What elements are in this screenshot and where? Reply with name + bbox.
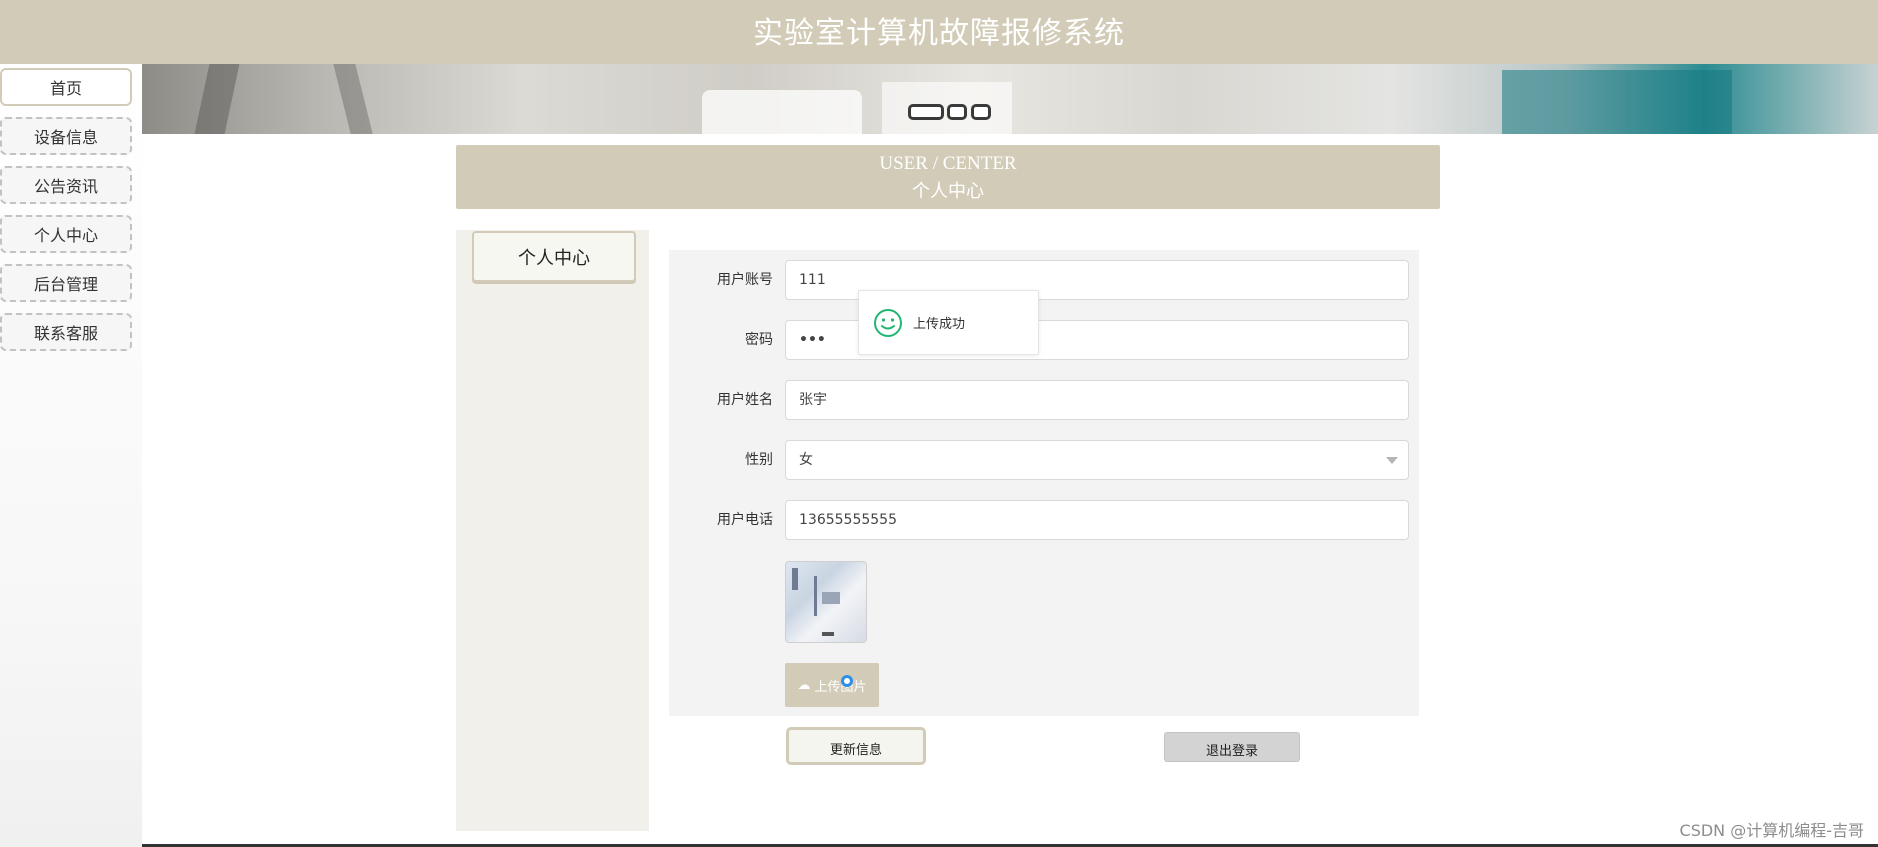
form-row-account: 用户账号 111 xyxy=(669,260,1419,300)
toast-message: 上传成功 xyxy=(913,317,966,332)
carousel-dot-2[interactable] xyxy=(947,104,967,120)
form-row-gender: 性别 女 xyxy=(669,440,1419,480)
update-info-button[interactable]: 更新信息 xyxy=(786,727,926,765)
profile-form: 用户账号 111 密码 ••• 用户姓名 张宇 性别 女 用户电话 136555… xyxy=(669,250,1419,716)
banner-decoration xyxy=(194,64,240,134)
site-title: 实验室计算机故障报修系统 xyxy=(753,16,1125,51)
carousel-dot-3[interactable] xyxy=(971,104,991,120)
gender-selected-value: 女 xyxy=(799,452,813,468)
section-title-en: USER / CENTER xyxy=(879,153,1017,174)
carousel-dot-1[interactable] xyxy=(908,104,944,120)
success-toast: 上传成功 xyxy=(858,290,1039,355)
name-label: 用户姓名 xyxy=(717,392,773,408)
banner-decoration xyxy=(333,64,373,134)
sidebar-item-home[interactable]: 首页 xyxy=(0,68,132,106)
sidebar-item-user-center[interactable]: 个人中心 xyxy=(0,215,132,253)
watermark: CSDN @计算机编程-吉哥 xyxy=(1679,821,1864,840)
tab-user-center[interactable]: 个人中心 xyxy=(472,231,636,282)
form-row-name: 用户姓名 张宇 xyxy=(669,380,1419,420)
section-title-cn: 个人中心 xyxy=(912,181,984,201)
phone-input[interactable]: 13655555555 xyxy=(785,500,1409,540)
sidebar: 首页 设备信息 公告资讯 个人中心 后台管理 联系客服 xyxy=(0,64,142,847)
cloud-upload-icon: ☁ xyxy=(797,677,811,693)
logout-button[interactable]: 退出登录 xyxy=(1164,732,1300,762)
avatar-detail xyxy=(822,632,834,636)
section-heading: USER / CENTER 个人中心 xyxy=(456,145,1440,209)
smile-icon xyxy=(874,308,902,337)
sidebar-item-customer-service[interactable]: 联系客服 xyxy=(0,313,132,351)
name-input[interactable]: 张宇 xyxy=(785,380,1409,420)
form-row-phone: 用户电话 13655555555 xyxy=(669,500,1419,540)
gender-label: 性别 xyxy=(745,452,773,468)
banner-decoration xyxy=(702,90,862,134)
sidebar-item-device-info[interactable]: 设备信息 xyxy=(0,117,132,155)
chevron-down-icon xyxy=(1386,457,1398,464)
phone-label: 用户电话 xyxy=(717,512,773,528)
user-center-menu: 个人中心 xyxy=(456,230,649,831)
avatar-detail xyxy=(814,576,817,616)
avatar-preview[interactable] xyxy=(785,561,867,643)
avatar-detail xyxy=(822,592,840,604)
loading-spinner-icon xyxy=(841,675,853,687)
gender-select[interactable]: 女 xyxy=(785,440,1409,480)
form-row-password: 密码 ••• xyxy=(669,320,1419,360)
avatar-detail xyxy=(792,568,798,590)
account-label: 用户账号 xyxy=(717,272,773,288)
banner-carousel xyxy=(142,64,1878,134)
site-header: 实验室计算机故障报修系统 xyxy=(0,0,1878,64)
sidebar-item-admin[interactable]: 后台管理 xyxy=(0,264,132,302)
banner-decoration xyxy=(1502,70,1732,134)
sidebar-item-announcements[interactable]: 公告资讯 xyxy=(0,166,132,204)
password-label: 密码 xyxy=(745,332,773,348)
